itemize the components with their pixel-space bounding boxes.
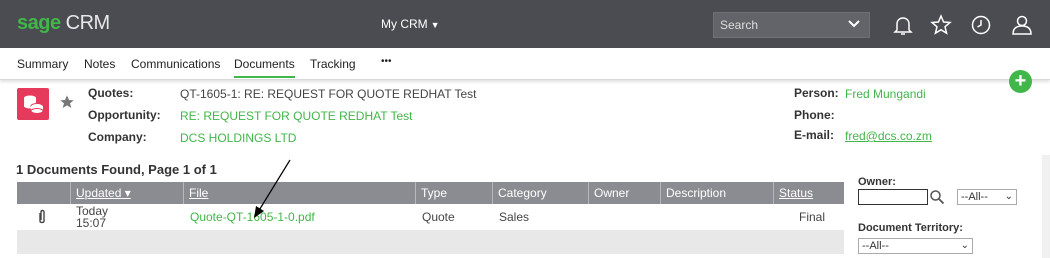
add-new-button[interactable]: + (1009, 70, 1032, 93)
quotes-label: Quotes: (88, 86, 134, 100)
tab-bar: Summary Notes Communications Documents T… (0, 48, 1050, 80)
column-file[interactable]: File (183, 182, 415, 204)
coins-icon (24, 95, 44, 114)
favorite-star-icon[interactable] (59, 94, 75, 110)
caret-down-icon: ▼ (430, 20, 440, 30)
grid-header: Updated ▾ File Type Category Owner Descr… (17, 182, 844, 204)
sage-crm-logo[interactable]: sage CRM (17, 12, 110, 35)
owner-select-value: --All-- (961, 191, 988, 203)
star-icon[interactable] (929, 13, 953, 37)
owner-search-input[interactable] (858, 189, 928, 205)
opportunity-label: Opportunity: (88, 108, 161, 122)
search-input[interactable] (714, 13, 834, 37)
category-cell: Sales (499, 210, 530, 224)
annotation-arrow (254, 159, 291, 218)
dropdown-arrow-icon: ⌄ (1004, 191, 1013, 202)
status-cell: Final (799, 210, 826, 224)
person-link[interactable]: Fred Mungandi (845, 87, 926, 101)
email-label: E-mail: (794, 128, 835, 142)
magnifier-icon[interactable] (929, 189, 945, 205)
territory-select-value: --All-- (862, 240, 889, 252)
column-updated[interactable]: Updated ▾ (70, 182, 183, 204)
page-scrollbar[interactable] (1042, 155, 1050, 258)
column-status[interactable]: Status (773, 182, 844, 204)
territory-select[interactable]: --All-- ⌄ (858, 238, 973, 254)
quotes-value: QT-1605-1: RE: REQUEST FOR QUOTE REDHAT … (180, 87, 477, 101)
tab-communications[interactable]: Communications (131, 57, 220, 71)
my-crm-label: My CRM (381, 17, 428, 31)
my-crm-menu[interactable]: My CRM ▼ (381, 17, 440, 31)
documents-found-text: 1 Documents Found, Page 1 of 1 (16, 162, 217, 177)
bell-icon[interactable] (891, 13, 915, 37)
tab-summary[interactable]: Summary (17, 57, 68, 71)
chevron-down-icon[interactable] (847, 17, 861, 31)
updated-time: 15:07 (76, 216, 107, 230)
territory-filter-label: Document Territory: (858, 222, 963, 234)
person-label: Person: (794, 86, 839, 100)
paperclip-icon (39, 209, 45, 224)
column-description: Description (660, 182, 773, 204)
more-tabs-icon[interactable]: ••• (381, 56, 392, 67)
column-owner: Owner (588, 182, 660, 204)
email-link[interactable]: fred@dcs.co.zm (845, 129, 932, 143)
phone-label: Phone: (794, 108, 835, 122)
column-type: Type (415, 182, 492, 204)
tab-tracking[interactable]: Tracking (310, 57, 356, 71)
column-category: Category (492, 182, 588, 204)
user-icon[interactable] (1010, 13, 1034, 37)
dropdown-arrow-icon: ⌄ (960, 240, 969, 251)
type-cell: Quote (422, 210, 455, 224)
owner-filter-label: Owner: (858, 176, 896, 188)
company-label: Company: (88, 130, 147, 144)
top-bar: sage CRM My CRM ▼ (0, 0, 1050, 48)
owner-select[interactable]: --All-- ⌄ (957, 189, 1017, 205)
quote-entity-icon (17, 88, 49, 120)
table-row[interactable]: Today 15:07 Quote-QT-1605-1-0.pdf Quote … (17, 204, 844, 229)
opportunity-link[interactable]: RE: REQUEST FOR QUOTE REDHAT Test (180, 109, 412, 123)
company-link[interactable]: DCS HOLDINGS LTD (180, 131, 296, 145)
tab-notes[interactable]: Notes (84, 57, 115, 71)
recent-clock-icon[interactable] (969, 13, 993, 37)
search-box[interactable] (713, 12, 870, 38)
tab-documents[interactable]: Documents (234, 57, 295, 78)
grid-footer (17, 230, 844, 254)
